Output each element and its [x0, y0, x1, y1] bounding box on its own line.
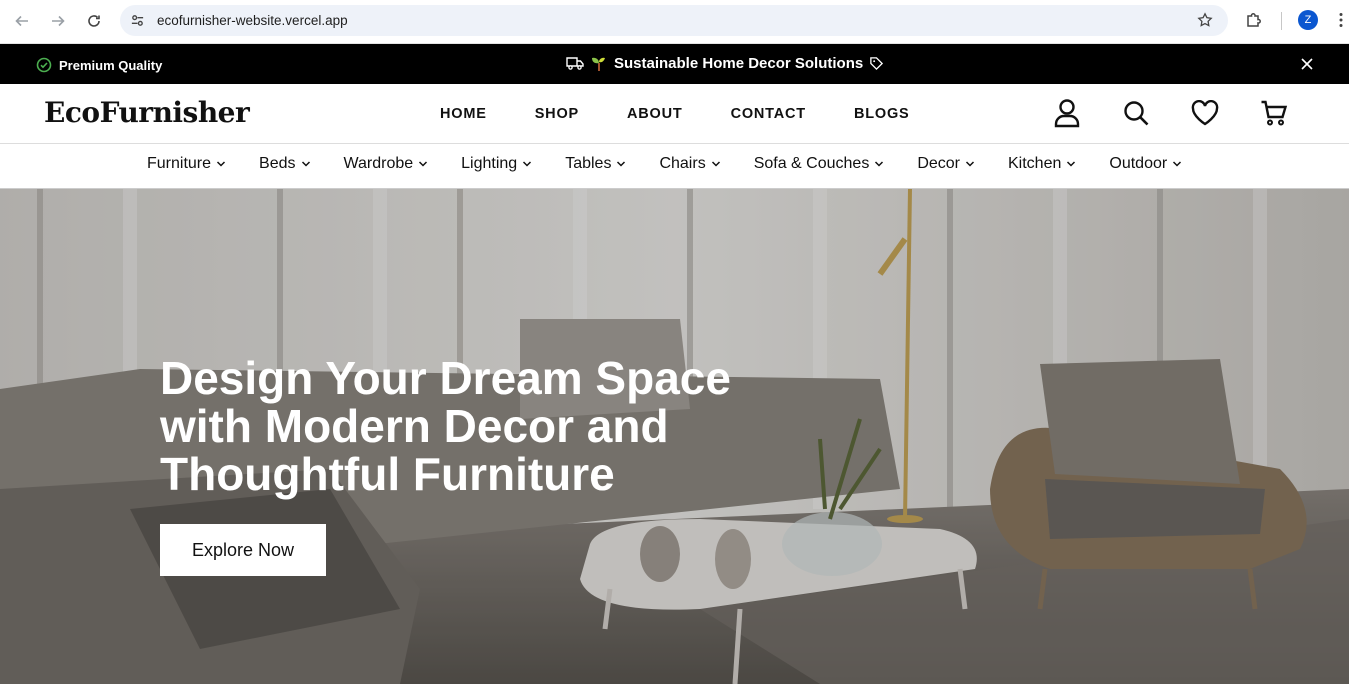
announcement-text: Sustainable Home Decor Solutions	[614, 54, 864, 72]
nav-home[interactable]: HOME	[440, 106, 487, 122]
site-header: EcoFurnisher HOME SHOP ABOUT CONTACT BLO…	[0, 84, 1349, 144]
site-info-icon[interactable]	[128, 11, 146, 29]
chevron-down-icon	[217, 161, 226, 167]
chevron-down-icon	[419, 161, 428, 167]
extensions-puzzle-icon[interactable]	[1244, 10, 1264, 30]
category-list: Furniture Beds Wardrobe Lighting Tables …	[147, 155, 1215, 173]
category-label: Decor	[917, 155, 960, 172]
premium-quality-badge: Premium Quality	[36, 57, 162, 73]
url-text: ecofurnisher-website.vercel.app	[157, 13, 348, 28]
address-bar[interactable]: ecofurnisher-website.vercel.app	[120, 5, 1228, 36]
heart-icon[interactable]	[1190, 98, 1220, 128]
browser-toolbar: ecofurnisher-website.vercel.app Z	[0, 0, 1349, 44]
sprout-icon	[592, 57, 605, 71]
main-nav: HOME SHOP ABOUT CONTACT BLOGS	[440, 106, 958, 122]
arrow-right-icon	[52, 15, 65, 27]
nav-contact[interactable]: CONTACT	[731, 106, 806, 122]
hero-title-line: with Modern Decor and	[160, 400, 669, 452]
category-label: Tables	[565, 155, 612, 172]
category-furniture[interactable]: Furniture	[147, 155, 226, 173]
chevron-down-icon	[1173, 161, 1182, 167]
profile-avatar[interactable]: Z	[1298, 10, 1318, 30]
category-label: Kitchen	[1008, 155, 1062, 172]
header-actions	[1052, 98, 1328, 128]
user-icon[interactable]	[1052, 98, 1082, 128]
category-tables[interactable]: Tables	[565, 155, 626, 173]
nav-shop[interactable]: SHOP	[535, 106, 579, 122]
category-label: Beds	[259, 155, 296, 172]
forward-button[interactable]	[45, 8, 71, 34]
category-label: Sofa & Couches	[753, 155, 870, 172]
chevron-down-icon	[1067, 161, 1076, 167]
category-outdoor[interactable]: Outdoor	[1109, 155, 1182, 173]
kebab-menu-icon[interactable]	[1334, 10, 1348, 30]
category-kitchen[interactable]: Kitchen	[1008, 155, 1076, 173]
category-label: Wardrobe	[343, 155, 414, 172]
category-wardrobe[interactable]: Wardrobe	[344, 155, 429, 173]
category-label: Lighting	[461, 155, 518, 172]
site-logo[interactable]: EcoFurnisher	[44, 96, 250, 129]
truck-icon	[566, 57, 584, 70]
tag-icon	[870, 56, 884, 70]
nav-blogs[interactable]: BLOGS	[854, 106, 910, 122]
close-announcement-icon[interactable]	[1300, 57, 1314, 71]
search-icon[interactable]	[1121, 98, 1151, 128]
category-decor[interactable]: Decor	[917, 155, 975, 173]
announcement-bar: Premium Quality Sustainable Home Decor S…	[0, 44, 1349, 84]
chevron-down-icon	[523, 161, 532, 167]
hero-title-line: Thoughtful Furniture	[160, 448, 615, 500]
back-button[interactable]	[9, 8, 35, 34]
category-lighting[interactable]: Lighting	[461, 155, 532, 173]
chevron-down-icon	[965, 161, 975, 167]
chevron-down-icon	[301, 161, 310, 167]
reload-icon	[88, 15, 100, 27]
premium-quality-text: Premium Quality	[59, 57, 163, 73]
bookmark-star-icon[interactable]	[1196, 11, 1214, 29]
explore-now-button[interactable]: Explore Now	[160, 524, 326, 576]
hero-title-line: Design Your Dream Space	[160, 352, 731, 404]
category-label: Furniture	[147, 155, 212, 172]
reload-button[interactable]	[81, 8, 107, 34]
announcement-message: Sustainable Home Decor Solutions	[566, 54, 884, 72]
check-circle-icon	[36, 57, 52, 73]
category-beds[interactable]: Beds	[259, 155, 310, 173]
hero-banner: Design Your Dream Space with Modern Deco…	[0, 189, 1349, 684]
chevron-down-icon	[617, 161, 626, 167]
cart-icon[interactable]	[1259, 98, 1289, 128]
nav-about[interactable]: ABOUT	[627, 106, 683, 122]
category-sofa-couches[interactable]: Sofa & Couches	[754, 155, 885, 173]
category-bar: Furniture Beds Wardrobe Lighting Tables …	[0, 144, 1349, 189]
category-label: Chairs	[659, 155, 706, 172]
hero-title: Design Your Dream Space with Modern Deco…	[160, 354, 800, 498]
chevron-down-icon	[875, 161, 884, 167]
chevron-down-icon	[711, 161, 720, 167]
category-label: Outdoor	[1109, 155, 1168, 172]
toolbar-divider	[1281, 12, 1282, 30]
category-chairs[interactable]: Chairs	[659, 155, 720, 173]
arrow-left-icon	[15, 15, 28, 27]
